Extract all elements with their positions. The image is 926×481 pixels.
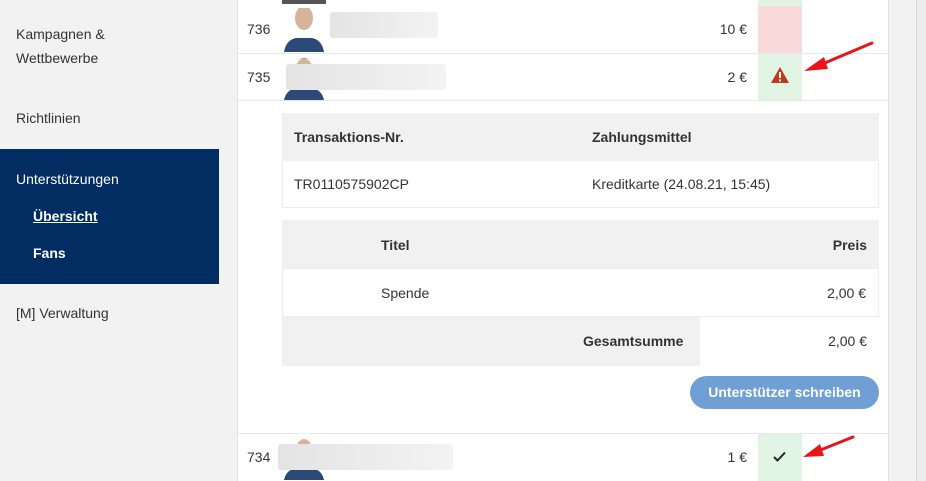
warning-triangle-icon [771, 67, 789, 83]
sidebar-item-unterstuetzungen[interactable]: Unterstützungen [16, 167, 119, 191]
table-row: Spende 2,00 € [282, 269, 879, 317]
total-row: Gesamtsumme 2,00 € [282, 317, 879, 366]
transaction-table: Transaktions-Nr. Zahlungsmittel TR011057… [282, 113, 879, 209]
sidebar-section-unterstuetzungen: Unterstützungen Übersicht Fans [0, 149, 219, 284]
items-table: Titel Preis Spende 2,00 € Gesamtsumme 2,… [282, 220, 879, 367]
sidebar-item-kampagnen[interactable]: Kampagnen & Wettbewerbe [16, 22, 105, 70]
header-payment-method: Zahlungsmittel [592, 129, 692, 145]
item-title: Spende [381, 285, 430, 301]
checkmark-icon [773, 451, 786, 462]
sidebar: Kampagnen & Wettbewerbe Richtlinien Unte… [0, 0, 219, 481]
table-row[interactable]: 735 2 € [238, 54, 888, 101]
item-price: 2,00 € [827, 285, 866, 301]
header-price: Preis [832, 237, 867, 253]
amount: 2 € [727, 69, 747, 85]
sidebar-item-label: Kampagnen & [16, 26, 105, 42]
avatar [282, 0, 326, 4]
sidebar-item-label: Wettbewerbe [16, 50, 99, 66]
total-label: Gesamtsumme [583, 333, 684, 349]
table-row: TR0110575902CP Kreditkarte (24.08.21, 15… [282, 161, 879, 208]
total-value: 2,00 € [828, 333, 867, 349]
supporters-list-panel: 736 10 € 735 2 € Transaktions-Nr. Zahlun… [237, 0, 889, 481]
header-title: Titel [381, 237, 410, 253]
supporter-name-blurred [278, 444, 453, 470]
scrollbar-edge [916, 0, 926, 481]
table-header-row: Transaktions-Nr. Zahlungsmittel [282, 113, 879, 161]
status-cell [758, 6, 802, 53]
sidebar-subitem-fans[interactable]: Fans [33, 241, 66, 265]
payment-method: Kreditkarte (24.08.21, 15:45) [592, 176, 771, 192]
sidebar-item-richtlinien[interactable]: Richtlinien [16, 106, 81, 130]
table-header-row: Titel Preis [282, 220, 879, 269]
avatar [282, 8, 326, 52]
header-transaction-number: Transaktions-Nr. [294, 129, 404, 145]
total-value-cell: 2,00 € [700, 317, 879, 366]
supporter-number: 736 [247, 21, 271, 37]
transaction-number: TR0110575902CP [294, 176, 409, 192]
supporter-name-blurred [330, 12, 438, 38]
table-row[interactable]: 734 1 € [238, 433, 888, 481]
annotation-arrow-icon [803, 435, 855, 457]
amount: 1 € [727, 449, 747, 465]
annotation-arrow-icon [804, 41, 874, 71]
supporter-name-blurred [286, 64, 446, 90]
amount: 10 € [719, 21, 747, 37]
status-cell[interactable] [758, 54, 802, 100]
supporter-number: 735 [247, 69, 271, 85]
sidebar-subitem-uebersicht[interactable]: Übersicht [33, 204, 98, 228]
table-row[interactable]: 736 10 € [238, 6, 888, 54]
status-cell[interactable] [758, 434, 802, 481]
sidebar-item-verwaltung[interactable]: [M] Verwaltung [16, 301, 109, 325]
supporter-number: 734 [247, 449, 271, 465]
write-supporter-button[interactable]: Unterstützer schreiben [690, 376, 879, 409]
